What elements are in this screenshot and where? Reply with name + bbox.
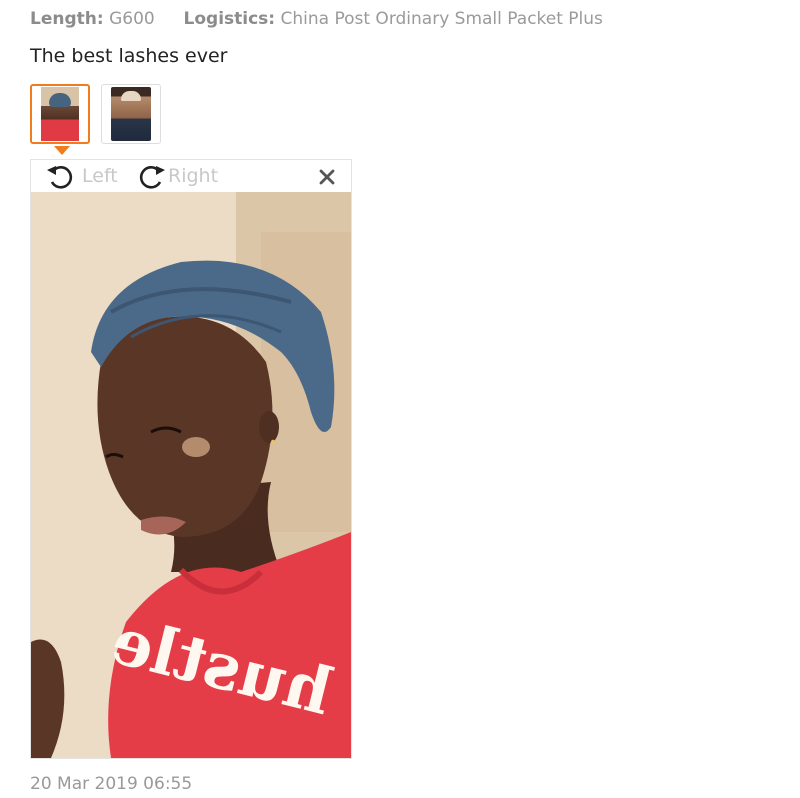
review-attributes: Length: G600 Logistics: China Post Ordin… — [30, 6, 603, 32]
length-key: Length: — [30, 9, 104, 29]
image-viewer: Left Right hustle — [30, 159, 352, 759]
rotate-left-icon — [47, 166, 73, 189]
rotate-right-icon — [139, 166, 165, 189]
review-timestamp: 20 Mar 2019 06:55 — [30, 774, 193, 794]
review-photo-image: hustle — [31, 192, 351, 758]
viewer-toolbar: Left Right — [31, 160, 351, 192]
review-thumbnail-2[interactable] — [101, 84, 161, 144]
review-thumbnail-1[interactable] — [30, 84, 90, 144]
review-photo: hustle — [31, 192, 351, 758]
logistics-key: Logistics: — [183, 9, 276, 29]
thumbnail-image — [111, 87, 151, 141]
logistics-value: China Post Ordinary Small Packet Plus — [280, 9, 603, 29]
rotate-left-label: Left — [82, 165, 118, 187]
rotate-right-label: Right — [168, 165, 219, 187]
length-value: G600 — [109, 9, 155, 29]
thumbnail-image — [41, 87, 79, 141]
selected-thumbnail-pointer — [54, 146, 70, 155]
close-icon[interactable] — [319, 169, 335, 185]
rotate-right-button[interactable]: Right — [131, 162, 218, 190]
review-text: The best lashes ever — [30, 45, 228, 67]
rotate-left-button[interactable]: Left — [45, 162, 118, 190]
